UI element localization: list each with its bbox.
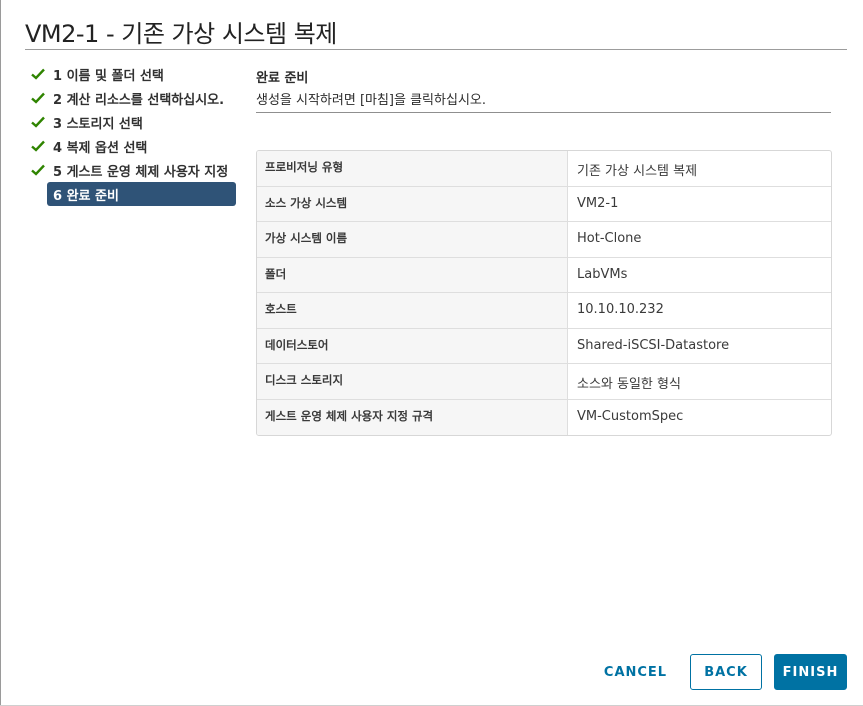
dialog-title: VM2-1 - 기존 가상 시스템 복제 <box>25 20 337 48</box>
table-row: 디스크 스토리지 소스와 동일한 형식 <box>257 364 831 400</box>
row-label: 데이터스토어 <box>257 328 568 363</box>
finish-button[interactable]: FINISH <box>774 654 847 690</box>
row-label: 가상 시스템 이름 <box>257 222 568 257</box>
row-value: VM-CustomSpec <box>577 408 684 424</box>
step-label: 1 이름 및 폴더 선택 <box>53 68 164 84</box>
back-button[interactable]: BACK <box>690 654 762 690</box>
row-label: 호스트 <box>257 293 568 328</box>
check-icon <box>30 66 46 82</box>
step-2-select-compute-resource[interactable]: 2 계산 리소스를 선택하십시오. <box>30 86 240 110</box>
row-label: 게스트 운영 체제 사용자 지정 규격 <box>257 399 568 435</box>
table-row: 소스 가상 시스템 VM2-1 <box>257 186 831 222</box>
check-icon <box>30 162 46 178</box>
step-label: 3 스토리지 선택 <box>53 116 143 132</box>
step-1-select-name-folder[interactable]: 1 이름 및 폴더 선택 <box>30 62 240 86</box>
row-value: Hot-Clone <box>577 231 642 246</box>
step-label: 4 복제 옵션 선택 <box>53 140 148 156</box>
row-value: VM2-1 <box>577 195 619 211</box>
cancel-button[interactable]: CANCEL <box>598 654 673 690</box>
table-row: 프로비저닝 유형 기존 가상 시스템 복제 <box>257 151 831 187</box>
row-label: 폴더 <box>257 257 568 292</box>
step-4-clone-options[interactable]: 4 복제 옵션 선택 <box>30 134 240 158</box>
table-row: 가상 시스템 이름 Hot-Clone <box>257 222 831 258</box>
section-description: 생성을 시작하려면 [마침]을 클릭하십시오. <box>256 93 486 108</box>
table-row: 데이터스토어 Shared-iSCSI-Datastore <box>257 328 831 364</box>
step-5-customize-guest-os[interactable]: 5 게스트 운영 체제 사용자 지정 <box>30 158 240 182</box>
row-value: 10.10.10.232 <box>577 302 664 317</box>
step-label: 6 완료 준비 <box>53 188 119 204</box>
wizard-steps: 1 이름 및 폴더 선택 2 계산 리소스를 선택하십시오. 3 스토리지 선택… <box>30 62 240 206</box>
row-value: 소스와 동일한 형식 <box>577 377 681 392</box>
section-title: 완료 준비 <box>256 71 309 86</box>
check-icon <box>30 90 46 106</box>
summary-table: 프로비저닝 유형 기존 가상 시스템 복제 소스 가상 시스템 VM2-1 가상… <box>256 150 832 436</box>
title-divider <box>25 49 847 50</box>
step-label: 5 게스트 운영 체제 사용자 지정 <box>53 164 229 180</box>
dialog-left-border <box>0 0 1 706</box>
section-divider <box>256 112 831 113</box>
row-value: LabVMs <box>577 266 628 282</box>
row-label: 디스크 스토리지 <box>257 364 568 399</box>
check-icon <box>30 138 46 154</box>
table-row: 폴더 LabVMs <box>257 257 831 293</box>
step-3-select-storage[interactable]: 3 스토리지 선택 <box>30 110 240 134</box>
row-value: Shared-iSCSI-Datastore <box>577 337 730 353</box>
row-label: 소스 가상 시스템 <box>257 186 568 221</box>
check-icon <box>30 114 46 130</box>
step-label: 2 계산 리소스를 선택하십시오. <box>53 92 225 108</box>
table-row: 호스트 10.10.10.232 <box>257 293 831 329</box>
row-value: 기존 가상 시스템 복제 <box>577 164 698 179</box>
table-row: 게스트 운영 체제 사용자 지정 규격 VM-CustomSpec <box>257 399 831 435</box>
step-6-ready-to-complete[interactable]: 6 완료 준비 <box>47 182 236 206</box>
row-label: 프로비저닝 유형 <box>257 151 568 186</box>
